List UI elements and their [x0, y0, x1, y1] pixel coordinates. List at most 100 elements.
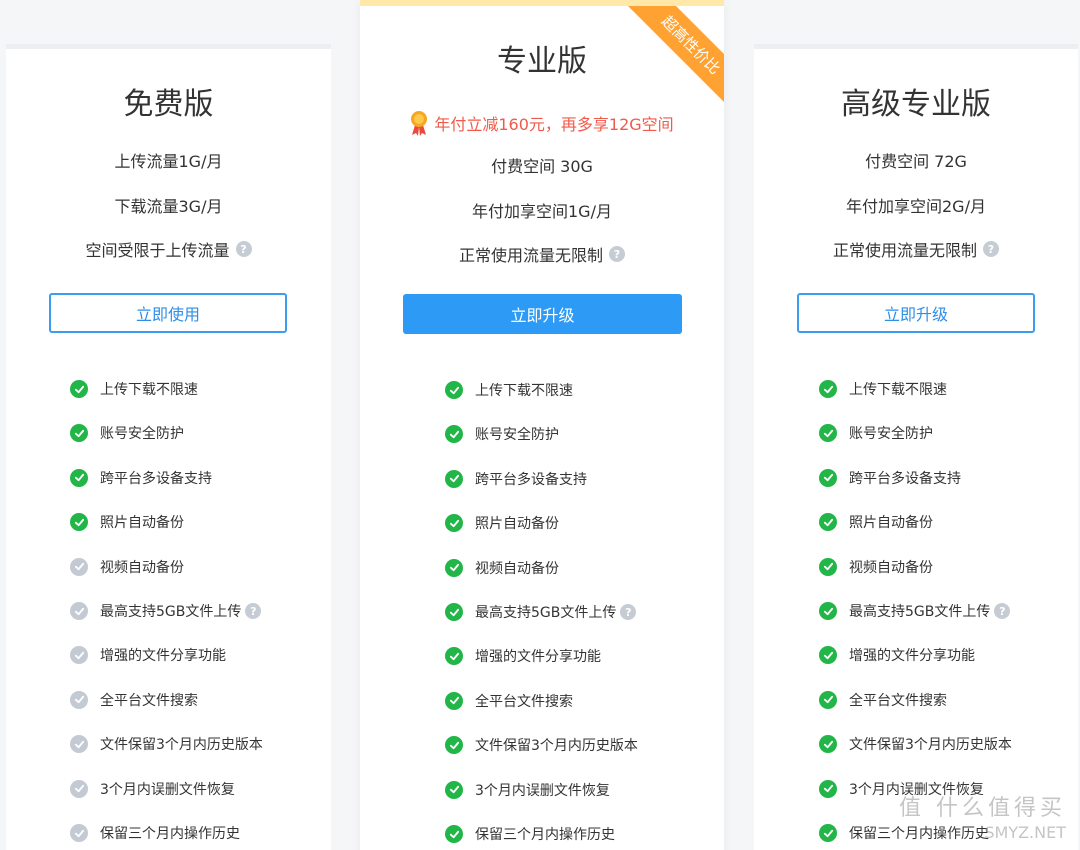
feature-label: 保留三个月内操作历史 — [100, 826, 240, 842]
check-icon — [819, 735, 837, 754]
feature-label: 视频自动备份 — [849, 559, 933, 576]
feature-item: 保留三个月内操作历史 — [70, 823, 240, 843]
help-icon[interactable]: ? — [609, 246, 625, 262]
promo-banner: 年付立减160元，再多享12G空间 — [360, 110, 724, 136]
feature-label: 文件保留3个月内历史版本 — [475, 738, 638, 755]
feature-label: 增强的文件分享功能 — [849, 648, 975, 665]
feature-label: 照片自动备份 — [849, 515, 933, 532]
check-icon — [819, 557, 837, 576]
feature-item: 视频自动备份 — [819, 557, 933, 577]
check-icon — [819, 824, 837, 842]
feature-label: 上传下载不限速 — [100, 382, 198, 398]
feature-item: 最高支持5GB文件上传? — [445, 602, 637, 622]
feature-label: 照片自动备份 — [475, 516, 559, 533]
check-disabled-icon — [70, 735, 88, 754]
check-icon — [445, 780, 463, 799]
feature-label: 最高支持5GB文件上传 — [849, 604, 991, 620]
feature-item: 上传下载不限速 — [819, 379, 947, 399]
feature-label: 全平台文件搜索 — [849, 692, 947, 709]
feature-item: 照片自动备份 — [819, 512, 933, 532]
feature-item: 照片自动备份 — [70, 512, 184, 532]
watermark-brand: 值 什么值得买 — [899, 796, 1066, 822]
feature-item: 账号安全防护 — [445, 424, 559, 444]
check-disabled-icon — [70, 690, 88, 709]
check-icon — [445, 736, 463, 755]
check-icon — [819, 424, 837, 443]
check-disabled-icon — [70, 557, 88, 576]
help-icon[interactable]: ? — [994, 603, 1011, 619]
plan-card-free: 免费版 上传流量1G/月 下载流量3G/月 空间受限于上传流量 ? 立即使用 上… — [6, 44, 331, 850]
feature-item: 文件保留3个月内历史版本 — [70, 734, 263, 754]
check-icon — [70, 380, 88, 398]
feature-item: 照片自动备份 — [445, 513, 559, 533]
feature-item: 上传下载不限速 — [70, 379, 198, 399]
watermark-site: SMYZ.NET — [984, 822, 1066, 842]
feature-item: 保留三个月内操作历史 — [445, 824, 615, 844]
check-icon — [445, 514, 463, 533]
help-icon[interactable]: ? — [235, 241, 252, 257]
plan-card-advanced-pro: 高级专业版 付费空间 72G 年付加享空间2G/月 正常使用流量无限制 ? 立即… — [754, 44, 1078, 850]
feature-item: 3个月内误删文件恢复 — [70, 779, 235, 799]
check-icon — [819, 380, 837, 398]
medal-icon — [411, 111, 428, 136]
plan-spec: 年付加享空间1G/月 — [472, 202, 612, 221]
feature-item: 账号安全防护 — [819, 423, 933, 443]
check-icon — [70, 513, 88, 532]
check-icon — [445, 558, 463, 577]
feature-label: 3个月内误删文件恢复 — [475, 782, 610, 799]
check-disabled-icon — [70, 646, 88, 665]
feature-item: 3个月内误删文件恢复 — [445, 780, 610, 800]
feature-item: 全平台文件搜索 — [70, 690, 198, 710]
help-icon[interactable]: ? — [620, 604, 637, 620]
watermark: 值 什么值得买 SMYZ.NET — [899, 796, 1066, 842]
feature-label: 全平台文件搜索 — [475, 693, 573, 710]
feature-item: 全平台文件搜索 — [819, 690, 947, 710]
feature-label: 账号安全防护 — [100, 426, 184, 443]
feature-label: 全平台文件搜索 — [100, 692, 198, 709]
feature-label: 上传下载不限速 — [849, 382, 947, 398]
check-icon — [819, 468, 837, 487]
check-disabled-icon — [70, 602, 88, 620]
plan-spec: 付费空间 30G — [491, 157, 593, 176]
feature-label: 跨平台多设备支持 — [100, 470, 212, 487]
feature-label: 上传下载不限速 — [475, 383, 573, 399]
plan-spec: 下载流量3G/月 — [114, 197, 223, 216]
feature-item: 视频自动备份 — [70, 557, 184, 577]
feature-item: 全平台文件搜索 — [445, 691, 573, 711]
feature-item: 文件保留3个月内历史版本 — [445, 735, 638, 755]
plan-spec: 正常使用流量无限制 ? — [754, 237, 1078, 261]
promo-text: 年付立减160元，再多享12G空间 — [434, 115, 674, 134]
upgrade-now-button[interactable]: 立即升级 — [797, 293, 1035, 333]
feature-item: 账号安全防护 — [70, 423, 184, 443]
plan-spec: 上传流量1G/月 — [114, 152, 223, 171]
check-icon — [819, 602, 837, 620]
check-icon — [70, 468, 88, 487]
check-icon — [445, 425, 463, 444]
check-disabled-icon — [70, 779, 88, 798]
plan-spec: 空间受限于上传流量 ? — [6, 237, 331, 261]
feature-item: 增强的文件分享功能 — [445, 646, 601, 666]
feature-item: 跨平台多设备支持 — [70, 468, 212, 488]
check-icon — [445, 603, 463, 621]
plan-spec: 年付加享空间2G/月 — [846, 197, 986, 216]
feature-item: 增强的文件分享功能 — [819, 645, 975, 665]
feature-label: 视频自动备份 — [475, 560, 559, 577]
feature-item: 跨平台多设备支持 — [445, 469, 587, 489]
help-icon[interactable]: ? — [245, 603, 262, 619]
check-icon — [70, 424, 88, 443]
feature-label: 跨平台多设备支持 — [849, 470, 961, 487]
feature-label: 账号安全防护 — [475, 427, 559, 444]
check-disabled-icon — [70, 824, 88, 842]
feature-label: 账号安全防护 — [849, 426, 933, 443]
plan-spec: 付费空间 72G — [865, 152, 967, 171]
feature-label: 视频自动备份 — [100, 559, 184, 576]
feature-label: 最高支持5GB文件上传 — [475, 605, 617, 621]
use-now-button[interactable]: 立即使用 — [49, 293, 287, 333]
help-icon[interactable]: ? — [983, 241, 999, 257]
check-icon — [819, 513, 837, 532]
feature-label: 照片自动备份 — [100, 515, 184, 532]
feature-item: 视频自动备份 — [445, 558, 559, 578]
feature-label: 最高支持5GB文件上传 — [100, 604, 242, 620]
plan-title: 专业版 — [497, 44, 587, 79]
upgrade-now-button[interactable]: 立即升级 — [403, 294, 682, 334]
